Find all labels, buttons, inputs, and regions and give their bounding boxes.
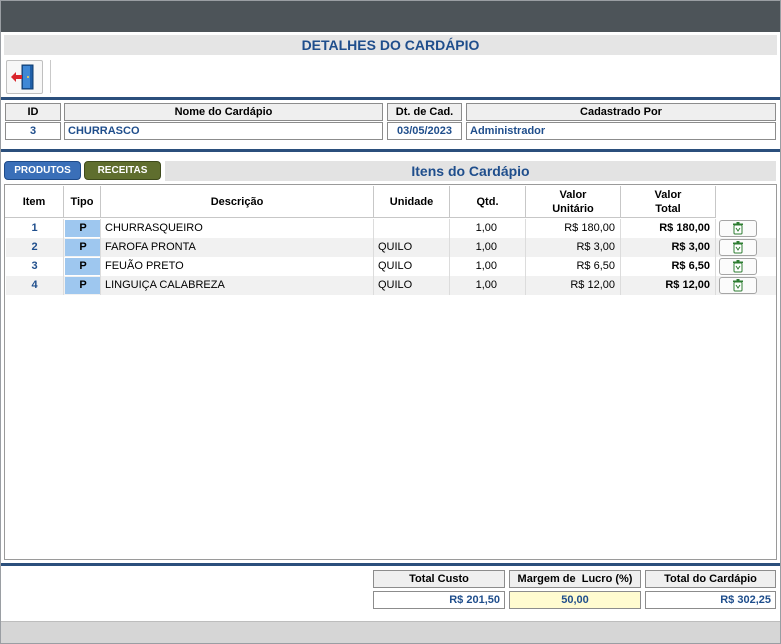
row-unidade: QUILO xyxy=(375,257,450,276)
status-bar xyxy=(1,621,780,643)
row-delete-cell xyxy=(717,238,776,257)
page-title: DETALHES DO CARDÁPIO xyxy=(4,35,777,55)
row-item: 2 xyxy=(6,238,64,257)
row-valor-total: R$ 3,00 xyxy=(622,238,716,257)
row-item: 1 xyxy=(6,219,64,238)
table-row[interactable]: 1 P CHURRASQUEIRO 1,00 R$ 180,00 R$ 180,… xyxy=(6,219,776,238)
toolbar-separator xyxy=(50,60,51,93)
row-valor-unitario: R$ 6,50 xyxy=(527,257,621,276)
row-descricao: LINGUIÇA CALABREZA xyxy=(102,276,374,295)
total-cost-field[interactable]: R$ 201,50 xyxy=(373,591,505,609)
profit-margin-field[interactable]: 50,00 xyxy=(509,591,641,609)
row-valor-total: R$ 6,50 xyxy=(622,257,716,276)
tipo-badge: P xyxy=(65,239,100,256)
tab-produtos[interactable]: PRODUTOS xyxy=(4,161,81,180)
row-tipo: P xyxy=(65,219,101,238)
menu-id-field[interactable]: 3 xyxy=(5,122,61,140)
row-unidade xyxy=(375,219,450,238)
row-qtd: 1,00 xyxy=(451,257,526,276)
column-header-valor-total: Valor Total xyxy=(621,186,716,218)
tipo-badge: P xyxy=(65,258,100,275)
tipo-badge: P xyxy=(65,277,100,294)
totals-divider xyxy=(1,563,780,566)
row-qtd: 1,00 xyxy=(451,276,526,295)
row-descricao: CHURRASQUEIRO xyxy=(102,219,374,238)
row-item: 3 xyxy=(6,257,64,276)
menu-name-field[interactable]: CHURRASCO xyxy=(64,122,383,140)
row-qtd: 1,00 xyxy=(451,219,526,238)
row-delete-cell xyxy=(717,219,776,238)
menu-total-field[interactable]: R$ 302,25 xyxy=(645,591,776,609)
row-qtd: 1,00 xyxy=(451,238,526,257)
delete-item-button[interactable] xyxy=(719,239,757,256)
window: DETALHES DO CARDÁPIO ID Nome do Cardápio… xyxy=(0,0,781,644)
header-date-label: Dt. de Cad. xyxy=(387,103,462,121)
row-valor-total: R$ 12,00 xyxy=(622,276,716,295)
menu-date-field[interactable]: 03/05/2023 xyxy=(387,122,462,140)
tab-receitas[interactable]: RECEITAS xyxy=(84,161,161,180)
column-header-tipo: Tipo xyxy=(64,186,101,218)
delete-item-button[interactable] xyxy=(719,277,757,294)
delete-item-button[interactable] xyxy=(719,220,757,237)
exit-door-icon xyxy=(11,64,34,90)
row-valor-total: R$ 180,00 xyxy=(622,219,716,238)
column-header-unidade: Unidade xyxy=(374,186,450,218)
menu-created-by-field[interactable]: Administrador xyxy=(466,122,776,140)
row-tipo: P xyxy=(65,257,101,276)
items-grid[interactable]: Item Tipo Descrição Unidade Qtd. Valor U… xyxy=(4,184,777,560)
row-tipo: P xyxy=(65,238,101,257)
column-header-valor-unitario: Valor Unitário xyxy=(526,186,621,218)
row-valor-unitario: R$ 3,00 xyxy=(527,238,621,257)
row-unidade: QUILO xyxy=(375,276,450,295)
header-name-label: Nome do Cardápio xyxy=(64,103,383,121)
row-descricao: FEUÃO PRETO xyxy=(102,257,374,276)
delete-item-button[interactable] xyxy=(719,258,757,275)
header-divider xyxy=(1,97,780,100)
table-row[interactable]: 4 P LINGUIÇA CALABREZA QUILO 1,00 R$ 12,… xyxy=(6,276,776,295)
row-tipo: P xyxy=(65,276,101,295)
column-header-item: Item xyxy=(5,186,64,218)
section-title: Itens do Cardápio xyxy=(165,161,776,181)
row-item: 4 xyxy=(6,276,64,295)
row-delete-cell xyxy=(717,257,776,276)
section-divider xyxy=(1,149,780,152)
row-valor-unitario: R$ 180,00 xyxy=(527,219,621,238)
table-row[interactable]: 2 P FAROFA PRONTA QUILO 1,00 R$ 3,00 R$ … xyxy=(6,238,776,257)
header-id-label: ID xyxy=(5,103,61,121)
tipo-badge: P xyxy=(65,220,100,237)
row-descricao: FAROFA PRONTA xyxy=(102,238,374,257)
title-bar xyxy=(1,1,780,32)
trash-icon xyxy=(733,260,743,273)
row-delete-cell xyxy=(717,276,776,295)
menu-total-label: Total do Cardápio xyxy=(645,570,776,588)
column-header-descricao: Descrição xyxy=(101,186,374,218)
total-cost-label: Total Custo xyxy=(373,570,505,588)
row-valor-unitario: R$ 12,00 xyxy=(527,276,621,295)
trash-icon xyxy=(733,241,743,254)
trash-icon xyxy=(733,222,743,235)
row-unidade: QUILO xyxy=(375,238,450,257)
trash-icon xyxy=(733,279,743,292)
exit-button[interactable] xyxy=(6,60,43,94)
profit-margin-label: Margem de Lucro (%) xyxy=(509,570,641,588)
column-header-qtd: Qtd. xyxy=(450,186,526,218)
header-created-by-label: Cadastrado Por xyxy=(466,103,776,121)
table-row[interactable]: 3 P FEUÃO PRETO QUILO 1,00 R$ 6,50 R$ 6,… xyxy=(6,257,776,276)
